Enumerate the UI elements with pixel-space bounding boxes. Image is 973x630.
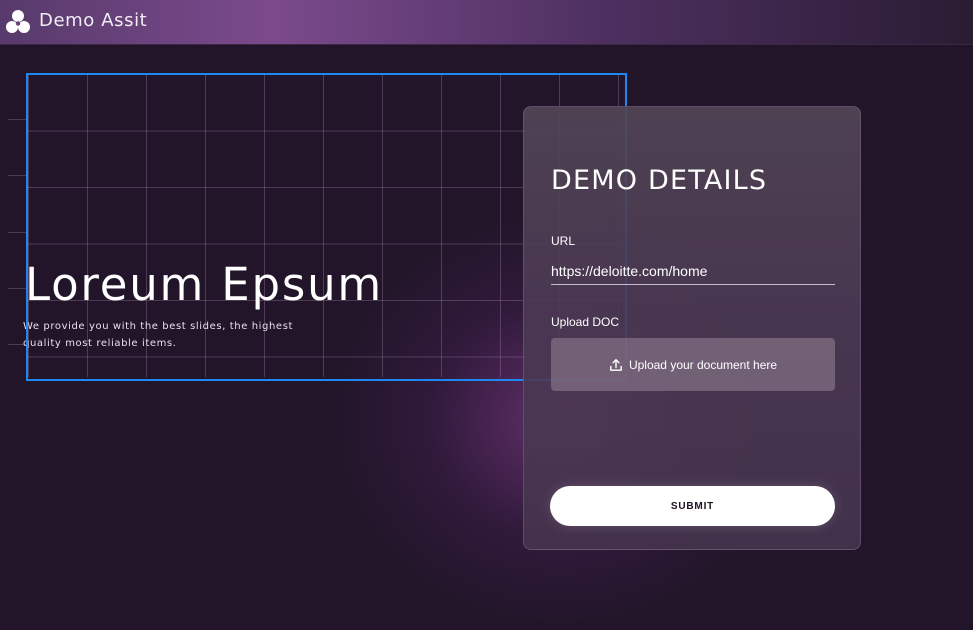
upload-icon	[609, 358, 623, 372]
grid-line	[8, 119, 28, 120]
hero-title: Loreum Epsum	[25, 258, 384, 311]
grid-line	[8, 175, 28, 176]
app-title: Demo Assit	[39, 10, 148, 31]
grid-line	[8, 232, 28, 233]
cluster-logo-icon	[5, 9, 31, 35]
form-title: DEMO DETAILS	[551, 165, 768, 196]
upload-label: Upload DOC	[551, 315, 620, 329]
upload-dropzone[interactable]: Upload your document here	[551, 338, 835, 391]
url-input[interactable]	[551, 257, 835, 285]
top-bar: Demo Assit	[0, 0, 973, 45]
hero-subtitle: We provide you with the best slides, the…	[23, 321, 294, 349]
submit-button[interactable]: SUBMIT	[550, 486, 835, 526]
upload-text: Upload your document here	[628, 357, 778, 372]
url-label: URL	[551, 234, 576, 248]
demo-details-card: DEMO DETAILS URL Upload DOC Upload your …	[523, 106, 861, 550]
